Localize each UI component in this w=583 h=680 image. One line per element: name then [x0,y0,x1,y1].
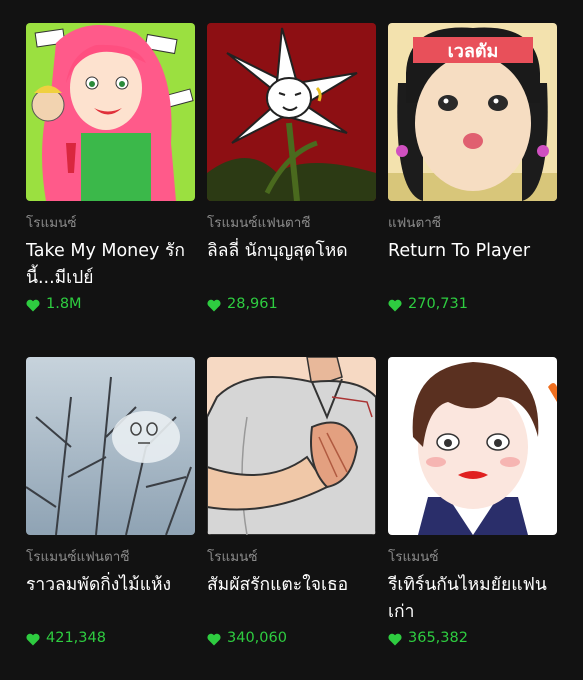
like-count: 270,731 [388,294,557,314]
comic-card-return-ex[interactable]: โรแมนซ์ รีเทิร์นกันไหมยัยแฟนเก่า 365,382 [388,357,557,648]
comic-card-return-to-player[interactable]: เวลตัม แฟนตาซี Return To Player 270,731 [388,23,557,314]
comic-cover-image[interactable] [26,357,195,535]
heart-icon [207,298,221,311]
comic-title[interactable]: ราวลมพัดกิ่งไม้แห้ง [26,572,195,626]
comic-genre: โรแมนซ์ [26,215,77,231]
comic-genre: โรแมนซ์ [388,549,439,565]
like-count: 28,961 [207,294,376,314]
heart-icon [207,632,221,645]
like-count-value: 365,382 [408,630,468,646]
comic-card-lily[interactable]: โรแมนซ์แฟนตาซี ลิลลี่ นักบุญสุดโหด 28,96… [207,23,376,314]
heart-icon [26,632,40,645]
heart-icon [388,632,402,645]
like-count-value: 421,348 [46,630,106,646]
comic-title[interactable]: ลิลลี่ นักบุญสุดโหด [207,238,376,292]
like-count-value: 1.8M [46,296,82,312]
like-count: 421,348 [26,628,195,648]
comic-card-touch-heart[interactable]: โรแมนซ์ สัมผัสรักแตะใจเธอ 340,060 [207,357,376,648]
comic-cover-image[interactable]: เวลตัม [388,23,557,201]
comic-genre: โรแมนซ์ [207,549,258,565]
comic-cover-image[interactable] [207,23,376,201]
heart-icon [26,298,40,311]
like-count-value: 28,961 [227,296,278,312]
comic-title[interactable]: รีเทิร์นกันไหมยัยแฟนเก่า [388,572,557,626]
comic-title[interactable]: สัมผัสรักแตะใจเธอ [207,572,376,626]
like-count: 1.8M [26,294,195,314]
comic-card-wind-dry-branches[interactable]: โรแมนซ์แฟนตาซี ราวลมพัดกิ่งไม้แห้ง 421,3… [26,357,195,648]
like-count: 365,382 [388,628,557,648]
cover-text: เวลตัม [448,41,499,62]
comic-title[interactable]: Take My Money รักนี้...มีเปย์ [26,238,195,292]
like-count: 340,060 [207,628,376,648]
comic-genre: โรแมนซ์แฟนตาซี [26,549,130,565]
like-count-value: 340,060 [227,630,287,646]
comic-cover-image[interactable] [26,23,195,201]
comic-genre: แฟนตาซี [388,215,441,231]
heart-icon [388,298,402,311]
comic-cover-image[interactable] [388,357,557,535]
comic-title[interactable]: Return To Player [388,238,557,292]
comic-card-take-my-money[interactable]: โรแมนซ์ Take My Money รักนี้...มีเปย์ 1.… [26,23,195,314]
comic-cover-image[interactable] [207,357,376,535]
comic-genre: โรแมนซ์แฟนตาซี [207,215,311,231]
like-count-value: 270,731 [408,296,468,312]
